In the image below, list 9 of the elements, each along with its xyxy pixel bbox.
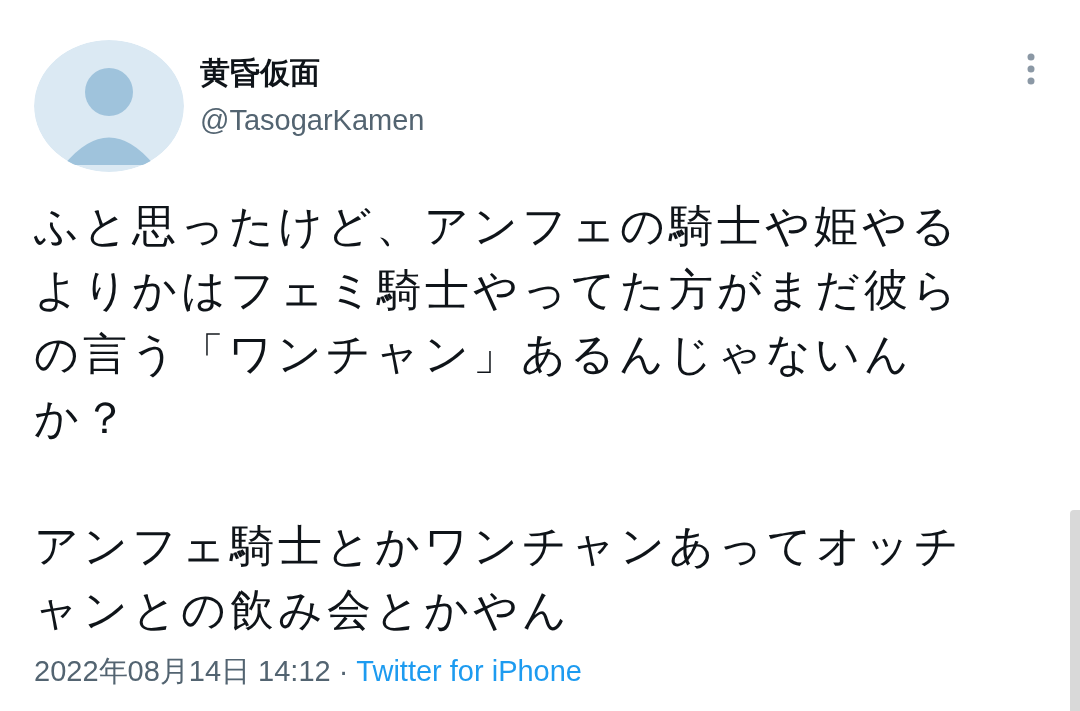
display-name[interactable]: 黄昏仮面 [200, 56, 425, 89]
tweet-paragraph: アンフェ騎士とかワンチャンあってオッチ ャンとの飲み会とかやん [34, 520, 963, 636]
scrollbar[interactable] [1070, 510, 1080, 711]
user-handle[interactable]: @TasogarKamen [200, 105, 425, 137]
avatar[interactable] [34, 40, 184, 172]
separator: · [338, 654, 349, 689]
more-options-icon[interactable] [1026, 52, 1036, 86]
timestamp: 2022年08月14日 14:12 [34, 654, 331, 689]
tweet-paragraph: ふと思ったけど、アンフェの騎士や姫やる よりかはフェミ騎士やってた方がまだ彼ら の言う「ワンチャン」あるんじゃないん か？ [34, 200, 961, 444]
